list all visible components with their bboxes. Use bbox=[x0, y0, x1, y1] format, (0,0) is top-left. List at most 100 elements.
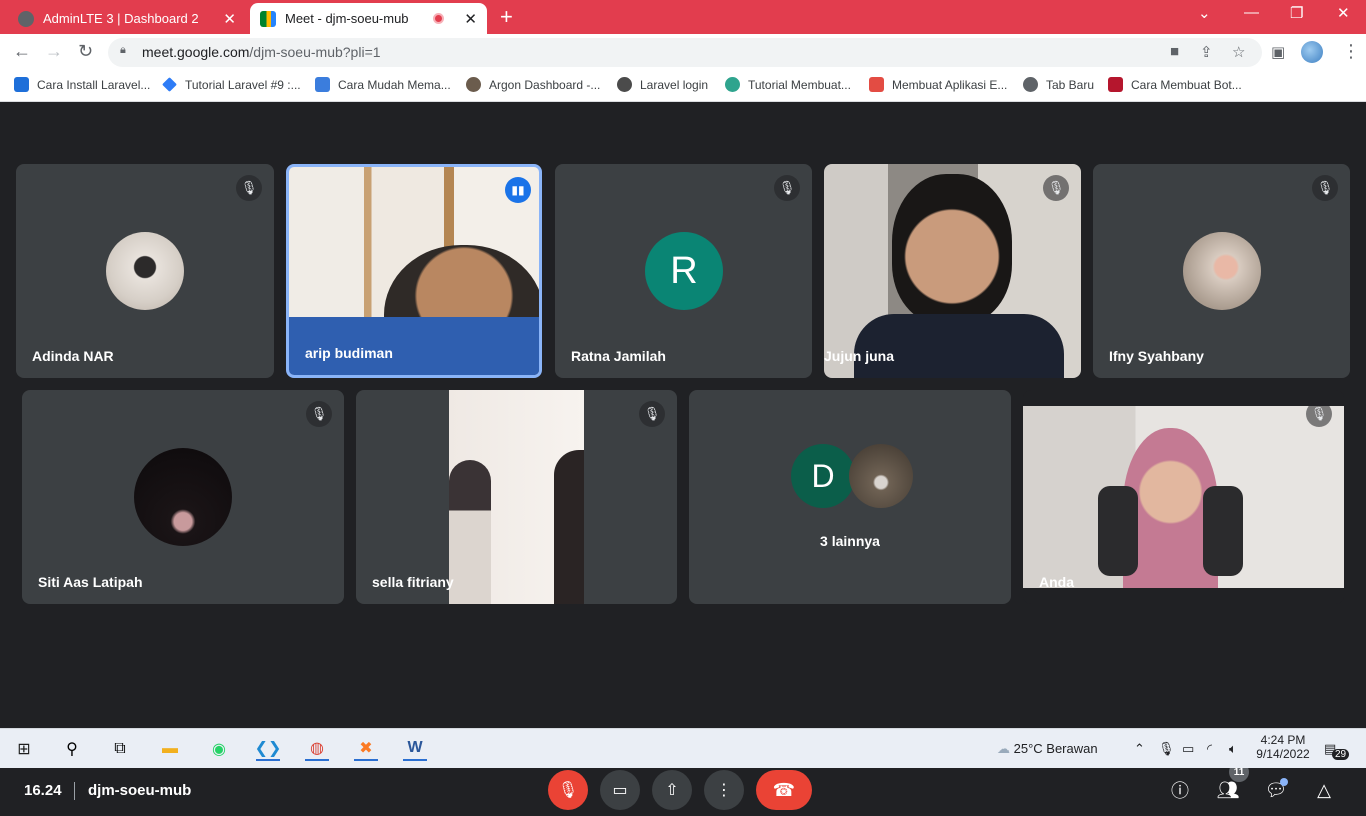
activities-icon[interactable]: △ bbox=[1312, 778, 1336, 802]
bookmark-item[interactable]: Tutorial Membuat... bbox=[725, 77, 851, 92]
lock-icon[interactable]: 🔒︎ bbox=[120, 44, 131, 56]
tab-label: AdminLTE 3 | Dashboard 2 bbox=[43, 11, 199, 26]
participant-avatar bbox=[134, 448, 232, 546]
bookmark-item[interactable]: Argon Dashboard -... bbox=[466, 77, 600, 92]
reload-icon[interactable]: ↻ bbox=[78, 41, 93, 62]
search-icon[interactable]: ⚲ bbox=[60, 737, 84, 761]
url-text: meet.google.com/djm-soeu-mub?pli=1 bbox=[142, 44, 381, 60]
self-view-tile[interactable]: 🎙︎ Anda bbox=[1023, 390, 1344, 604]
notification-count-badge: 29 bbox=[1332, 749, 1350, 760]
meeting-controls-bar: 16.24 djm-soeu-mub 🎙︎ ▭ ⇧ ⋮ ☎︎ ⓘ 👥︎ 11 💬… bbox=[0, 762, 1366, 816]
participant-video bbox=[892, 174, 1012, 324]
participant-avatar bbox=[1183, 232, 1261, 310]
bookmark-item[interactable]: Tab Baru bbox=[1023, 77, 1094, 92]
recording-icon bbox=[433, 13, 445, 24]
profile-avatar[interactable] bbox=[1301, 41, 1323, 63]
address-bar[interactable]: 🔒︎ meet.google.com/djm-soeu-mub?pli=1 ■ … bbox=[108, 38, 1262, 67]
minimize-icon[interactable]: — bbox=[1244, 4, 1259, 21]
muted-mic-icon: 🎙︎ bbox=[557, 782, 579, 799]
mic-toggle-button[interactable]: 🎙︎ bbox=[548, 770, 588, 810]
maximize-icon[interactable]: ❐ bbox=[1290, 4, 1303, 22]
camera-icon[interactable]: ■ bbox=[1170, 43, 1179, 60]
participant-video bbox=[449, 390, 584, 604]
show-hidden-icons[interactable]: ⌃ bbox=[1134, 741, 1145, 757]
bookmark-item[interactable]: Cara Install Laravel... bbox=[14, 77, 150, 92]
meeting-clock: 16.24 bbox=[24, 782, 62, 799]
participant-avatar bbox=[849, 444, 913, 508]
participant-name: Siti Aas Latipah bbox=[38, 574, 143, 590]
close-window-icon[interactable]: ✕ bbox=[1337, 4, 1350, 22]
task-view-icon[interactable]: ⧉ bbox=[108, 737, 132, 761]
participant-name: Ratna Jamilah bbox=[571, 348, 666, 364]
new-tab-button[interactable]: + bbox=[500, 4, 513, 30]
windows-taskbar: ⊞ ⚲ ⧉ ▬ ◉ ❮❯ ◍ ✖ W ☁︎ 25°C Berawan ⌃ 🎙︎ … bbox=[0, 728, 1366, 768]
camera-toggle-button[interactable]: ▭ bbox=[600, 770, 640, 810]
close-tab-icon[interactable]: ✕ bbox=[223, 10, 236, 28]
bookmark-item[interactable]: Cara Mudah Mema... bbox=[315, 77, 451, 92]
participant-tile[interactable]: 🎙︎ Siti Aas Latipah bbox=[22, 390, 344, 604]
more-options-button[interactable]: ⋮ bbox=[704, 770, 744, 810]
meeting-info-icon[interactable]: ⓘ bbox=[1168, 778, 1192, 802]
more-vert-icon: ⋮ bbox=[716, 782, 732, 799]
bookmark-item[interactable]: Membuat Aplikasi E... bbox=[869, 77, 1007, 92]
participant-tile[interactable]: 🎙︎ sella fitriany bbox=[356, 390, 677, 604]
participant-name: Jujun juna bbox=[824, 348, 894, 364]
back-icon[interactable]: ← bbox=[13, 41, 31, 62]
bookmarks-bar: Cara Install Laravel... Tutorial Laravel… bbox=[0, 70, 1366, 102]
muted-mic-icon: 🎙︎ bbox=[1312, 175, 1338, 201]
globe-icon bbox=[18, 10, 34, 27]
vscode-icon[interactable]: ❮❯ bbox=[255, 737, 281, 761]
more-participants-tile[interactable]: D 3 lainnya bbox=[689, 390, 1011, 604]
battery-icon[interactable]: ▭ bbox=[1182, 741, 1194, 757]
share-icon[interactable]: ⇪ bbox=[1200, 43, 1213, 61]
participant-tile[interactable]: R 🎙︎ Ratna Jamilah bbox=[555, 164, 812, 378]
hang-up-icon: ☎︎ bbox=[772, 779, 796, 800]
bookmark-star-icon[interactable]: ☆ bbox=[1232, 43, 1245, 61]
participant-initial-avatar: D bbox=[791, 444, 855, 508]
muted-mic-icon: 🎙︎ bbox=[639, 401, 665, 427]
windows-start-icon[interactable]: ⊞ bbox=[12, 737, 36, 761]
meet-stage: 🎙︎ Adinda NAR ▮▮ arip budiman R 🎙︎ Ratna… bbox=[0, 103, 1366, 810]
present-screen-button[interactable]: ⇧ bbox=[652, 770, 692, 810]
chrome-icon[interactable]: ◍ bbox=[305, 737, 329, 761]
muted-mic-icon: 🎙︎ bbox=[1306, 401, 1332, 427]
speaking-indicator-icon: ▮▮ bbox=[505, 177, 531, 203]
volume-icon[interactable]: 🔈︎ bbox=[1229, 741, 1237, 757]
wifi-icon[interactable]: ◜ bbox=[1207, 741, 1212, 757]
weather-widget[interactable]: ☁︎ 25°C Berawan bbox=[997, 741, 1098, 757]
leave-call-button[interactable]: ☎︎ bbox=[756, 770, 812, 810]
meeting-code: djm-soeu-mub bbox=[88, 782, 192, 799]
muted-mic-icon: 🎙︎ bbox=[236, 175, 262, 201]
forward-icon[interactable]: → bbox=[45, 41, 63, 62]
participant-initial-avatar: R bbox=[645, 232, 723, 310]
present-icon: ⇧ bbox=[665, 782, 679, 799]
tab-meet[interactable]: Meet - djm-soeu-mub ✕ bbox=[250, 3, 487, 34]
participant-name: sella fitriany bbox=[372, 574, 454, 590]
participant-name: Anda bbox=[1039, 574, 1074, 590]
bookmark-item[interactable]: Cara Membuat Bot... bbox=[1108, 77, 1242, 92]
xampp-icon[interactable]: ✖ bbox=[354, 737, 378, 761]
microphone-icon[interactable]: 🎙︎ bbox=[1158, 741, 1175, 757]
menu-icon[interactable]: ⋮ bbox=[1342, 41, 1360, 62]
tab-search-icon[interactable]: ⌄ bbox=[1198, 4, 1211, 22]
participant-tile-speaking[interactable]: ▮▮ arip budiman bbox=[286, 164, 542, 378]
video-camera-icon: ▭ bbox=[612, 782, 628, 799]
bookmark-item[interactable]: Tutorial Laravel #9 :... bbox=[162, 77, 301, 92]
bookmark-item[interactable]: Laravel login bbox=[617, 77, 708, 92]
participant-tile[interactable]: 🎙︎ Jujun juna bbox=[824, 164, 1081, 378]
word-icon[interactable]: W bbox=[403, 737, 427, 761]
participant-tile[interactable]: 🎙︎ Adinda NAR bbox=[16, 164, 274, 378]
muted-mic-icon: 🎙︎ bbox=[1043, 175, 1069, 201]
participant-name: arip budiman bbox=[305, 345, 393, 361]
chat-notification-dot bbox=[1280, 778, 1288, 786]
self-video bbox=[1023, 406, 1344, 588]
close-tab-icon[interactable]: ✕ bbox=[464, 10, 477, 28]
muted-mic-icon: 🎙︎ bbox=[774, 175, 800, 201]
tab-adminlte[interactable]: AdminLTE 3 | Dashboard 2 ✕ bbox=[8, 3, 246, 34]
participant-tile[interactable]: 🎙︎ Ifny Syahbany bbox=[1093, 164, 1350, 378]
participant-name: Ifny Syahbany bbox=[1109, 348, 1204, 364]
system-clock[interactable]: 4:24 PM 9/14/2022 bbox=[1256, 733, 1310, 761]
side-panel-icon[interactable]: ▣ bbox=[1271, 43, 1285, 61]
file-explorer-icon[interactable]: ▬ bbox=[158, 737, 182, 761]
whatsapp-icon[interactable]: ◉ bbox=[207, 737, 231, 761]
